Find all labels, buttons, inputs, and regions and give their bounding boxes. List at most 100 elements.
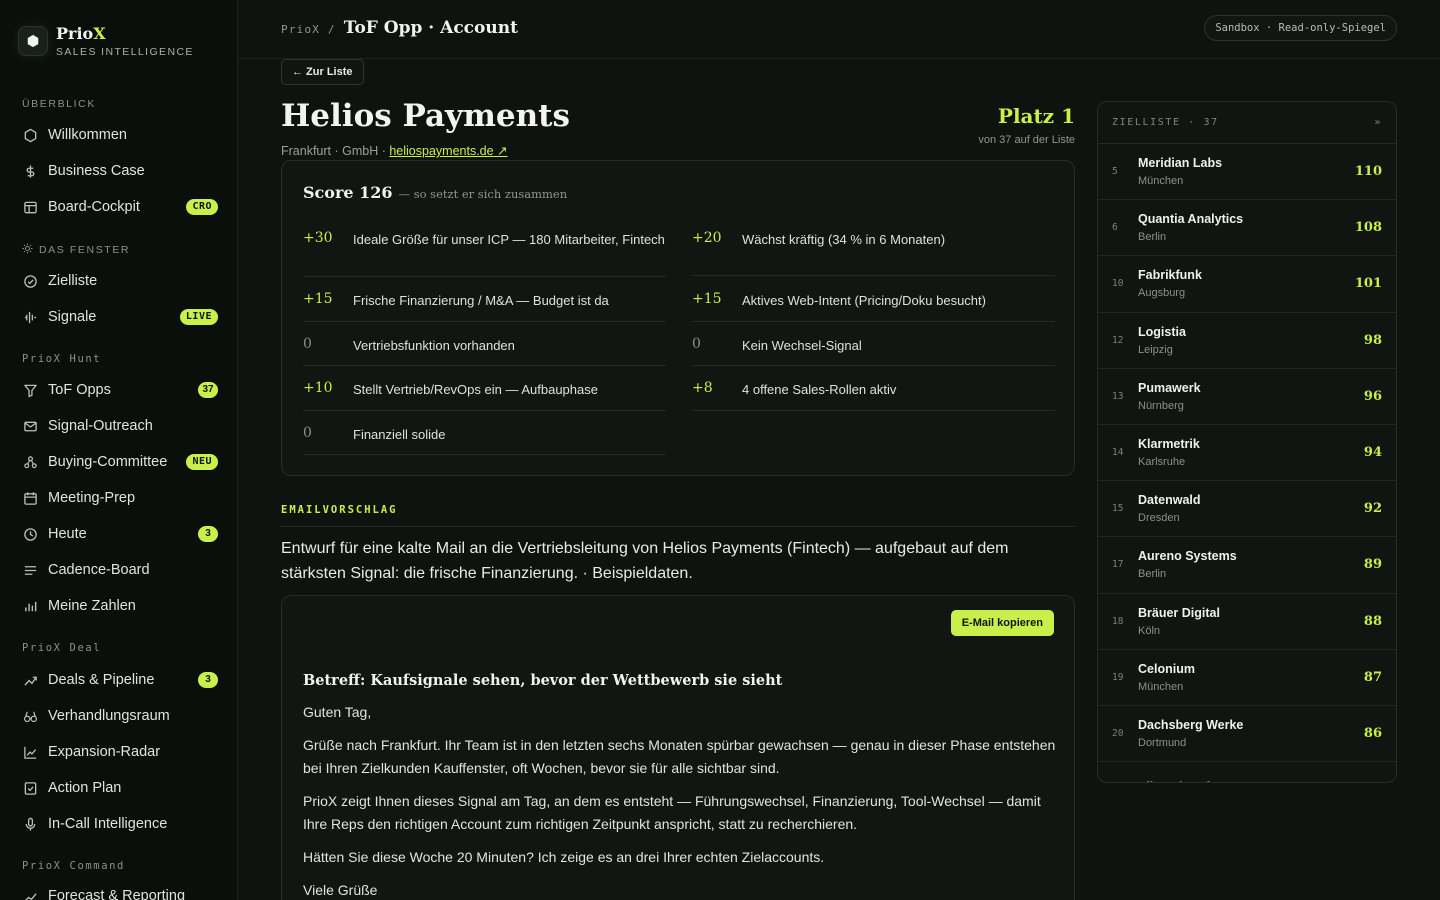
score-points: +20 <box>692 230 722 246</box>
email-intro: Entwurf für eine kalte Mail an die Vertr… <box>281 540 1009 582</box>
list-item[interactable]: 19 Celonium München 87 <box>1098 650 1396 706</box>
sidebar-item-zielliste[interactable]: Zielliste <box>22 269 218 293</box>
sidebar-item-cadence-board[interactable]: Cadence-Board <box>22 558 218 582</box>
sidebar-item-label: ToF Opps <box>48 382 111 398</box>
list-item[interactable]: Elbwerk Software <box>1098 762 1396 782</box>
count-badge: 37 <box>198 382 218 398</box>
score-subtitle: — so setzt er sich zusammen <box>398 187 568 201</box>
score-description: Finanziell solide <box>353 427 446 442</box>
sidebar-item-meine-zahlen[interactable]: Meine Zahlen <box>22 594 218 618</box>
sidebar-item-label: Buying-Committee <box>48 454 168 470</box>
brand[interactable]: PrioX SALES INTELLIGENCE <box>18 24 194 58</box>
clock-icon <box>22 526 38 542</box>
checklist-icon <box>22 780 38 796</box>
sidebar-item-in-call-intelligence[interactable]: In-Call Intelligence <box>22 812 218 836</box>
nav-section-das-fenster: DAS FENSTER <box>22 243 130 257</box>
list-rank: 14 <box>1112 447 1124 459</box>
score-points: +10 <box>303 380 333 396</box>
list-item[interactable]: 5 Meridian Labs München 110 <box>1098 144 1396 201</box>
sidebar-item-label: Signal-Outreach <box>48 418 153 434</box>
sidebar-item-tof-opps[interactable]: ToF Opps 37 <box>22 378 218 402</box>
score-breakdown-card: Score 126 — so setzt er sich zusammen +3… <box>281 160 1075 476</box>
list-score: 108 <box>1354 220 1382 236</box>
list-company-name: Dachsberg Werke <box>1138 717 1244 732</box>
list-rank: 20 <box>1112 727 1124 739</box>
list-item[interactable]: 14 Klarmetrik Karlsruhe 94 <box>1098 425 1396 482</box>
nav-section-ueberblick: ÜBERBLICK <box>22 98 96 110</box>
list-company-name: Pumawerk <box>1138 380 1201 395</box>
email-greeting: Guten Tag, <box>303 704 372 720</box>
bars-icon <box>22 598 38 614</box>
list-item[interactable]: 15 Datenwald Dresden 92 <box>1098 481 1396 538</box>
email-draft-card: E-Mail kopieren Betreff: Kaufsignale seh… <box>281 595 1075 900</box>
back-to-list-button[interactable]: ← Zur Liste <box>281 59 364 85</box>
sidebar-item-forecast-reporting[interactable]: Forecast & Reporting <box>22 884 218 900</box>
sidebar: PrioX SALES INTELLIGENCE ÜBERBLICK Willk… <box>0 0 238 900</box>
company-website-link[interactable]: heliospayments.de ↗ <box>389 144 507 158</box>
list-rank: 13 <box>1112 390 1124 402</box>
list-item[interactable]: 6 Quantia Analytics Berlin 108 <box>1098 200 1396 257</box>
list-item[interactable]: 10 Fabrikfunk Augsburg 101 <box>1098 256 1396 313</box>
score-points: +30 <box>303 230 333 246</box>
list-item[interactable]: 17 Aureno Systems Berlin 89 <box>1098 537 1396 594</box>
breadcrumb-root[interactable]: PrioX / <box>281 23 336 36</box>
sidebar-item-board-cockpit[interactable]: Board-Cockpit CRO <box>22 195 218 219</box>
list-rank: 10 <box>1112 278 1124 290</box>
sidebar-item-signal-outreach[interactable]: Signal-Outreach <box>22 414 218 438</box>
mail-icon <box>22 418 38 434</box>
score-description: Vertriebsfunktion vorhanden <box>353 338 515 353</box>
funnel-icon <box>22 382 38 398</box>
list-company-city: Augsburg <box>1138 287 1186 300</box>
sidebar-item-expansion-radar[interactable]: Expansion-Radar <box>22 740 218 764</box>
list-company-name: Elbwerk Software <box>1138 780 1382 782</box>
rank-label: Platz 1 <box>997 104 1075 128</box>
score-row: +20 Wächst kräftig (34 % in 6 Monaten) <box>692 230 1055 276</box>
email-section-label: EMAILVORSCHLAG <box>281 504 398 516</box>
list-company-name: Fabrikfunk <box>1138 268 1202 283</box>
sidebar-item-action-plan[interactable]: Action Plan <box>22 776 218 800</box>
cro-badge: CRO <box>186 199 218 215</box>
list-item[interactable]: 20 Dachsberg Werke Dortmund 86 <box>1098 706 1396 763</box>
brand-name: PrioX <box>56 24 106 43</box>
list-company-city: Nürnberg <box>1138 399 1184 412</box>
sidebar-item-business-case[interactable]: Business Case <box>22 159 218 183</box>
list-item[interactable]: 12 Logistia Leipzig 98 <box>1098 313 1396 369</box>
sidebar-item-label: Cadence-Board <box>48 562 150 578</box>
copy-email-button[interactable]: E-Mail kopieren <box>950 610 1054 636</box>
sidebar-item-label: Heute <box>48 526 87 542</box>
score-description: Ideale Größe für unser ICP — 180 Mitarbe… <box>353 232 665 247</box>
score-points: +15 <box>692 291 722 307</box>
list-item[interactable]: 18 Bräuer Digital Köln 88 <box>1098 594 1396 650</box>
nav-section-priox-command: PrioX Command <box>22 860 125 872</box>
list-rank: 18 <box>1112 615 1124 627</box>
email-paragraph: PrioX zeigt Ihnen dieses Signal am Tag, … <box>303 793 1041 832</box>
sidebar-item-label: Meeting-Prep <box>48 490 136 506</box>
sun-icon <box>22 243 33 257</box>
sidebar-item-meeting-prep[interactable]: Meeting-Prep <box>22 486 218 510</box>
score-row: +8 4 offene Sales-Rollen aktiv <box>692 380 1055 411</box>
sidebar-item-deals-pipeline[interactable]: Deals & Pipeline 3 <box>22 668 218 692</box>
score-title: Score 126 <box>303 183 393 202</box>
nav-section-priox-hunt: PrioX Hunt <box>22 353 102 365</box>
score-points: +8 <box>692 380 713 396</box>
sidebar-item-verhandlungsraum[interactable]: Verhandlungsraum <box>22 704 218 728</box>
list-item[interactable]: 13 Pumawerk Nürnberg 96 <box>1098 369 1396 425</box>
sidebar-item-label: Forecast & Reporting <box>48 888 186 900</box>
signal-icon <box>22 309 38 325</box>
sidebar-item-willkommen[interactable]: Willkommen <box>22 123 218 147</box>
score-row: 0 Finanziell solide <box>303 425 666 455</box>
sidebar-item-label: Zielliste <box>48 273 98 289</box>
score-points: +15 <box>303 291 333 307</box>
sidebar-item-label: Verhandlungsraum <box>48 708 170 724</box>
lines-icon <box>22 562 38 578</box>
list-score: 86 <box>1363 725 1382 741</box>
score-points: 0 <box>303 425 312 441</box>
sidebar-item-heute[interactable]: Heute 3 <box>22 522 218 546</box>
list-company-name: Logistia <box>1138 324 1186 339</box>
score-description: 4 offene Sales-Rollen aktiv <box>742 382 897 397</box>
collapse-chevron-icon[interactable]: » <box>1374 117 1382 128</box>
hexagon-icon <box>22 127 38 143</box>
sidebar-item-buying-committee[interactable]: Buying-Committee NEU <box>22 450 218 474</box>
logo-hexagon-icon <box>18 26 48 56</box>
sidebar-item-signale[interactable]: Signale LIVE <box>22 305 218 329</box>
